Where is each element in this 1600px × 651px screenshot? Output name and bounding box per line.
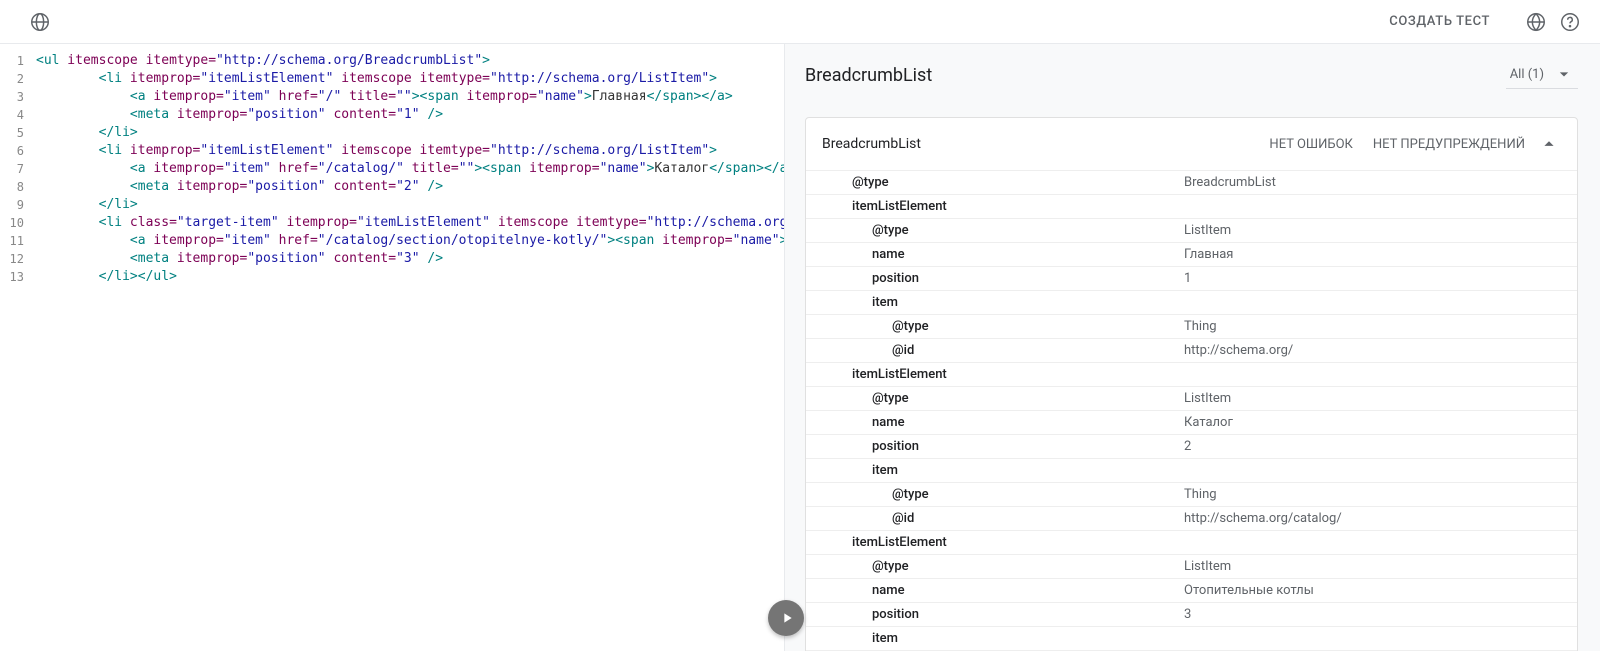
- table-row: item: [806, 459, 1577, 483]
- collapse-icon[interactable]: [1537, 132, 1561, 156]
- main-split: 12345678910111213 <ul itemscope itemtype…: [0, 44, 1600, 651]
- table-row: @typeThing: [806, 483, 1577, 507]
- table-row: @typeThing: [806, 315, 1577, 339]
- table-row: @typeBreadcrumbList: [806, 171, 1577, 195]
- results-title: BreadcrumbList: [805, 65, 932, 86]
- help-icon[interactable]: [1558, 10, 1582, 34]
- table-row: item: [806, 627, 1577, 651]
- filter-label: All (1): [1510, 67, 1544, 82]
- top-header: СОЗДАТЬ ТЕСТ: [0, 0, 1600, 44]
- run-button[interactable]: [768, 600, 804, 636]
- table-row: @typeListItem: [806, 387, 1577, 411]
- line-gutter: 12345678910111213: [0, 44, 30, 651]
- globe-icon[interactable]: [28, 10, 52, 34]
- no-warnings-badge: НЕТ ПРЕДУПРЕЖДЕНИЙ: [1373, 137, 1525, 152]
- table-row: itemListElement: [806, 363, 1577, 387]
- no-errors-badge: НЕТ ОШИБОК: [1269, 137, 1352, 152]
- card-title: BreadcrumbList: [822, 136, 921, 152]
- code-pane: 12345678910111213 <ul itemscope itemtype…: [0, 44, 785, 651]
- table-row: position2: [806, 435, 1577, 459]
- table-row: itemListElement: [806, 531, 1577, 555]
- play-icon: [779, 610, 795, 626]
- results-pane: BreadcrumbList All (1) BreadcrumbList НЕ…: [785, 44, 1600, 651]
- table-row: nameОтопительные котлы: [806, 579, 1577, 603]
- create-test-button[interactable]: СОЗДАТЬ ТЕСТ: [1389, 14, 1490, 29]
- table-row: @idhttp://schema.org/catalog/: [806, 507, 1577, 531]
- language-icon[interactable]: [1524, 10, 1548, 34]
- table-row: item: [806, 291, 1577, 315]
- code-editor[interactable]: <ul itemscope itemtype="http://schema.or…: [30, 44, 784, 651]
- table-row: nameКаталог: [806, 411, 1577, 435]
- result-table: @typeBreadcrumbListitemListElement@typeL…: [806, 170, 1577, 651]
- result-card: BreadcrumbList НЕТ ОШИБОК НЕТ ПРЕДУПРЕЖД…: [805, 117, 1578, 651]
- table-row: nameГлавная: [806, 243, 1577, 267]
- table-row: @typeListItem: [806, 219, 1577, 243]
- result-card-header[interactable]: BreadcrumbList НЕТ ОШИБОК НЕТ ПРЕДУПРЕЖД…: [806, 118, 1577, 170]
- table-row: @typeListItem: [806, 555, 1577, 579]
- filter-dropdown[interactable]: All (1): [1506, 62, 1578, 89]
- table-row: itemListElement: [806, 195, 1577, 219]
- dropdown-icon: [1554, 64, 1574, 84]
- table-row: position3: [806, 603, 1577, 627]
- table-row: @idhttp://schema.org/: [806, 339, 1577, 363]
- table-row: position1: [806, 267, 1577, 291]
- results-header: BreadcrumbList All (1): [805, 62, 1578, 89]
